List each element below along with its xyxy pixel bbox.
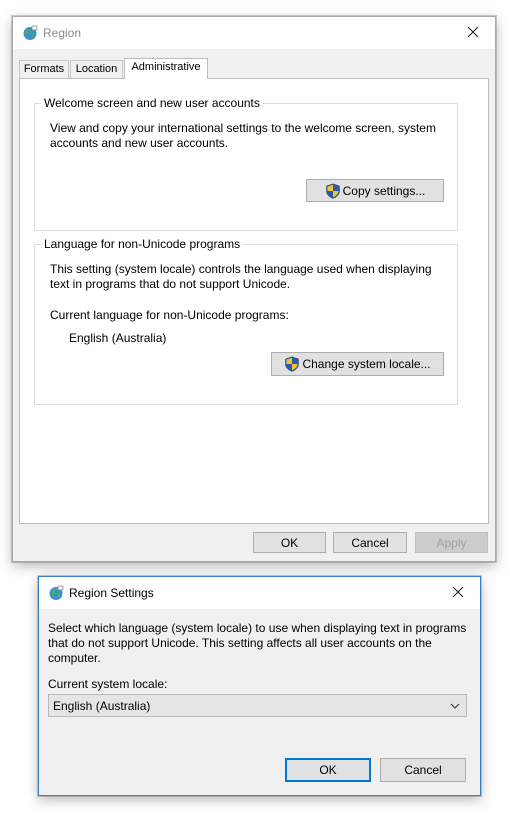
- tab-administrative[interactable]: Administrative: [124, 58, 208, 79]
- system-locale-label: Current system locale:: [48, 677, 168, 691]
- close-icon: [452, 586, 464, 601]
- dialog-description-line1: Select which language (system locale) to…: [48, 621, 467, 635]
- dialog-description-line2: that do not support Unicode. This settin…: [48, 636, 432, 650]
- window-title: Region: [43, 26, 82, 40]
- close-button[interactable]: [436, 577, 480, 609]
- language-description-line1: This setting (system locale) controls th…: [50, 262, 432, 276]
- dialog-cancel-button[interactable]: Cancel: [380, 758, 466, 782]
- current-language-value: English (Australia): [69, 331, 167, 345]
- globe-icon: [48, 585, 64, 601]
- copy-settings-button[interactable]: Copy settings...: [306, 179, 444, 202]
- system-locale-select[interactable]: English (Australia): [48, 694, 467, 717]
- welcome-description-line2: accounts and new user accounts.: [50, 136, 229, 150]
- region-window: Region Formats Location Administrative W…: [12, 16, 496, 562]
- copy-settings-label: Copy settings...: [342, 183, 426, 198]
- title-bar[interactable]: Region Settings: [39, 577, 480, 609]
- non-unicode-group: Language for non-Unicode programs This s…: [34, 237, 458, 405]
- ok-button[interactable]: OK: [253, 532, 326, 553]
- language-description-line2: text in programs that do not support Uni…: [50, 277, 291, 291]
- dialog-ok-button[interactable]: OK: [285, 758, 371, 782]
- globe-icon: [22, 25, 38, 41]
- group-legend: Welcome screen and new user accounts: [41, 96, 263, 110]
- dialog-description-line3: computer.: [48, 651, 101, 665]
- tab-location[interactable]: Location: [70, 60, 123, 78]
- close-button[interactable]: [451, 17, 495, 49]
- welcome-screen-group: Welcome screen and new user accounts Vie…: [34, 96, 458, 231]
- system-locale-value: English (Australia): [53, 699, 151, 713]
- apply-button[interactable]: Apply: [415, 532, 488, 553]
- welcome-description-line1: View and copy your international setting…: [50, 121, 436, 135]
- tab-formats[interactable]: Formats: [19, 60, 69, 78]
- uac-shield-icon: [284, 356, 300, 372]
- uac-shield-icon: [325, 183, 341, 199]
- administrative-panel: Welcome screen and new user accounts Vie…: [19, 78, 489, 524]
- region-settings-dialog: Region Settings Select which language (s…: [38, 576, 481, 796]
- close-icon: [467, 26, 479, 41]
- title-bar[interactable]: Region: [13, 17, 495, 49]
- group-legend: Language for non-Unicode programs: [41, 237, 244, 251]
- dialog-title: Region Settings: [69, 586, 154, 600]
- change-system-locale-label: Change system locale...: [302, 357, 431, 371]
- cancel-button[interactable]: Cancel: [333, 532, 407, 553]
- change-system-locale-button[interactable]: Change system locale...: [271, 352, 444, 376]
- current-language-label: Current language for non-Unicode program…: [50, 308, 289, 322]
